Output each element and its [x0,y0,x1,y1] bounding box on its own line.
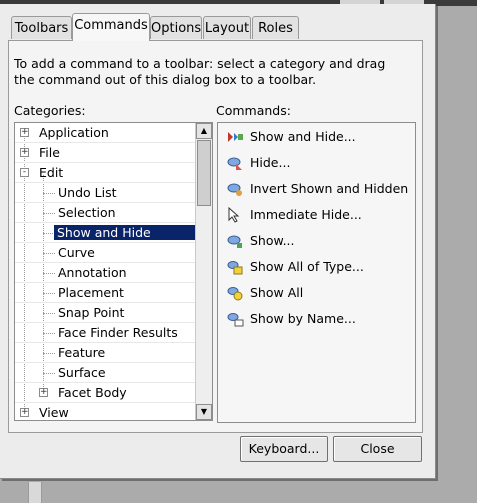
tab-commands[interactable]: Commands [72,13,150,41]
tree-item-label: Selection [58,205,116,220]
commands-label: Commands: [216,103,291,118]
command-label: Show and Hide... [250,129,356,144]
expand-icon[interactable]: + [20,148,29,157]
keyboard-button[interactable]: Keyboard... [240,436,328,462]
background-strip [28,482,42,503]
show-icon [227,235,242,248]
command-immediate-hide[interactable]: Immediate Hide... [224,205,414,225]
commands-list[interactable]: Show and Hide... Hide... Invert Shown an… [217,122,416,423]
invert-shown-hidden-icon [227,183,242,196]
tree-item-view[interactable]: + View [15,403,195,420]
command-label: Show All of Type... [250,259,364,274]
command-label: Invert Shown and Hidden [250,181,409,196]
tree-item-annotation[interactable]: Annotation [15,263,195,283]
show-all-icon [227,287,243,301]
command-show-all-of-type[interactable]: Show All of Type... [224,257,414,277]
tree-item-label: Show and Hide [54,225,196,240]
tree-item-surface[interactable]: Surface [15,363,195,383]
tab-roles[interactable]: Roles [252,16,299,39]
command-label: Show by Name... [250,311,356,326]
tree-item-label: Facet Body [58,385,127,400]
command-show[interactable]: Show... [224,231,414,251]
instructions-text: To add a command to a toolbar: select a … [14,56,414,88]
command-show-and-hide[interactable]: Show and Hide... [224,127,414,147]
command-hide[interactable]: Hide... [224,153,414,173]
command-invert-shown-hidden[interactable]: Invert Shown and Hidden [224,179,414,199]
command-label: Immediate Hide... [250,207,362,222]
tree-item-label: Application [39,125,109,140]
show-by-name-icon [227,313,244,327]
tree-item-label: Curve [58,245,95,260]
hide-icon [227,157,242,170]
tree-item-label: Annotation [58,265,127,280]
expand-icon[interactable]: + [20,408,29,417]
tree-item-label: Undo List [58,185,117,200]
tree-item-undo-list[interactable]: Undo List [15,183,195,203]
immediate-hide-icon [228,207,240,223]
tree-item-facet-body[interactable]: + Facet Body [15,383,195,403]
command-label: Show... [250,233,295,248]
command-show-by-name[interactable]: Show by Name... [224,309,414,329]
tab-toolbars[interactable]: Toolbars [11,16,72,39]
tree-item-label: Feature [58,345,106,360]
instructions-line: To add a command to a toolbar: select a … [14,56,386,71]
expand-icon[interactable]: + [20,128,29,137]
tree-item-label: Edit [39,165,64,180]
tree-item-label: Surface [58,365,106,380]
show-all-of-type-icon [227,261,243,275]
collapse-icon[interactable]: - [20,168,29,177]
instructions-line: the command out of this dialog box to a … [14,72,317,87]
tab-layout[interactable]: Layout [203,16,251,39]
command-label: Hide... [250,155,291,170]
tree-item-face-finder-results[interactable]: Face Finder Results [15,323,195,343]
scroll-thumb[interactable] [197,140,211,206]
categories-label: Categories: [14,103,86,118]
tree-item-snap-point[interactable]: Snap Point [15,303,195,323]
show-and-hide-icon [228,132,243,142]
tree-item-selection[interactable]: Selection [15,203,195,223]
categories-tree[interactable]: + Application + File - Edit Undo List Se… [14,122,213,421]
tree-item-label: View [39,405,69,420]
command-show-all[interactable]: Show All [224,283,414,303]
tree-item-show-and-hide[interactable]: Show and Hide [15,223,196,243]
tree-item-label: File [39,145,60,160]
tree-item-placement[interactable]: Placement [15,283,195,303]
expand-icon[interactable]: + [39,388,48,397]
scroll-down-button[interactable]: ▼ [196,404,212,420]
tree-item-label: Face Finder Results [58,325,178,340]
tab-options[interactable]: Options [150,16,202,39]
categories-scrollbar[interactable]: ▲ ▼ [195,123,212,420]
tree-item-file[interactable]: + File [15,143,195,163]
tree-item-feature[interactable]: Feature [15,343,195,363]
tree-item-curve[interactable]: Curve [15,243,195,263]
tree-item-label: Placement [58,285,124,300]
command-label: Show All [250,285,304,300]
tree-item-edit[interactable]: - Edit [15,163,195,183]
tree-item-label: Snap Point [58,305,125,320]
scroll-up-button[interactable]: ▲ [196,123,212,139]
tree-item-application[interactable]: + Application [15,123,195,143]
close-button[interactable]: Close [333,436,422,462]
